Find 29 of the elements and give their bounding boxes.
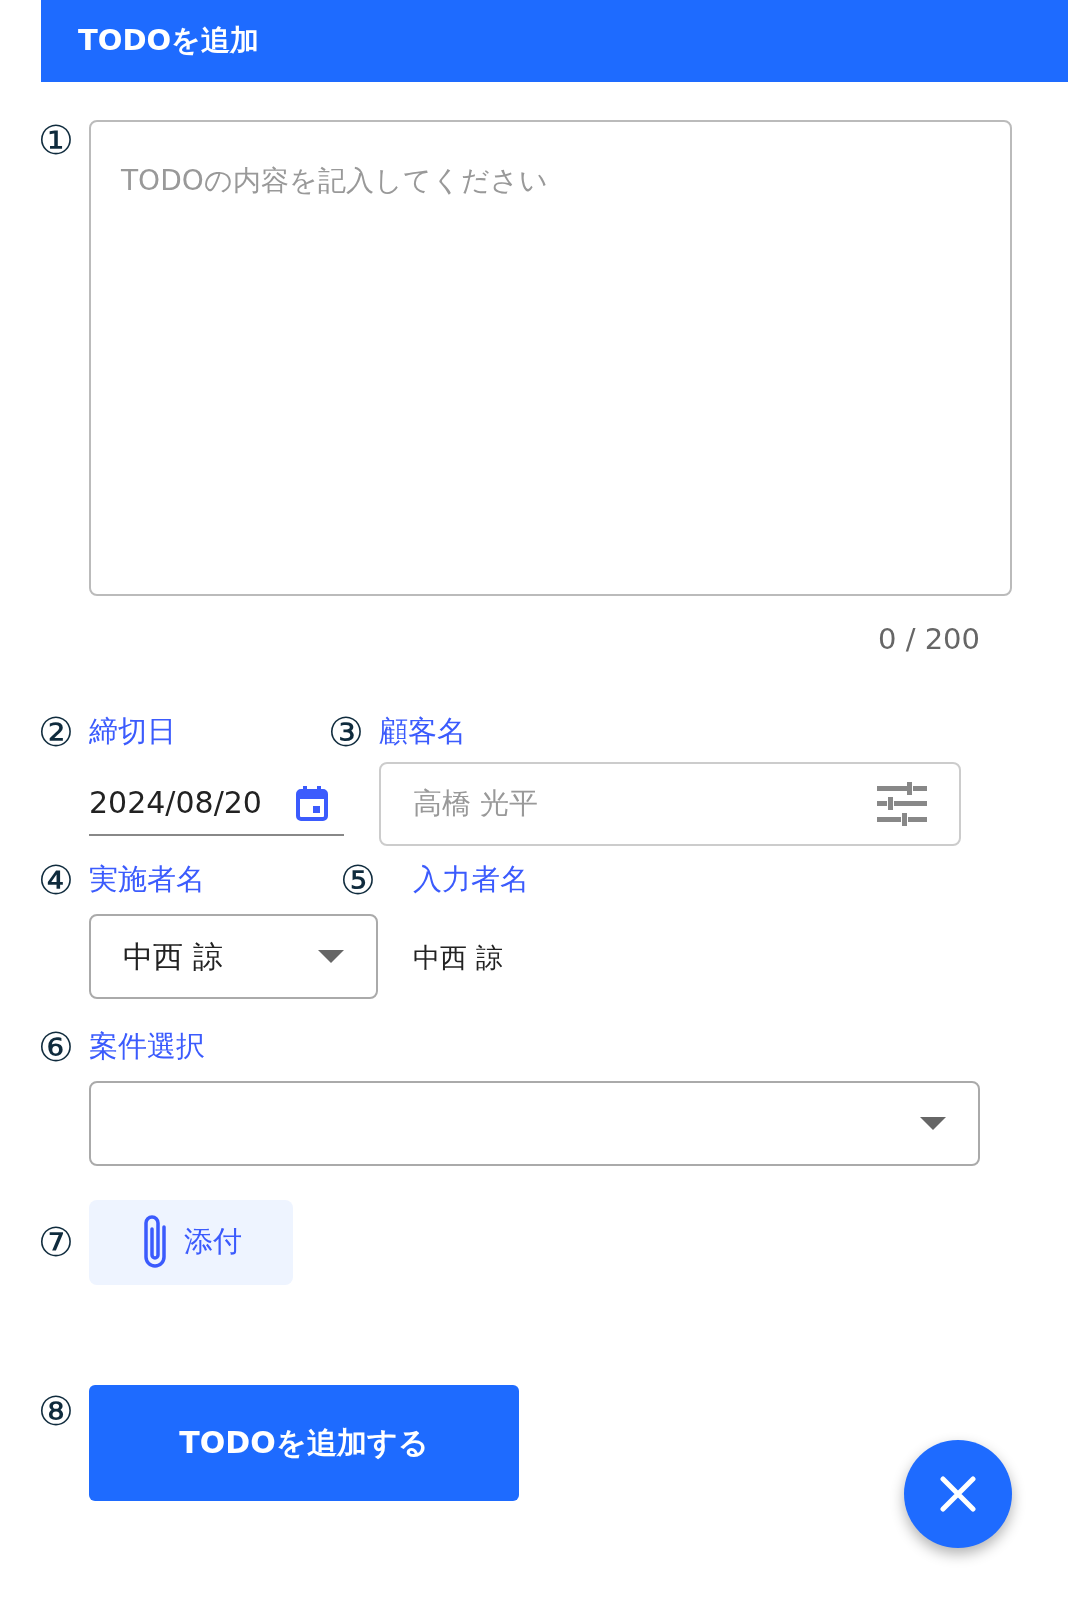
attach-button[interactable]: 添付 (89, 1199, 293, 1285)
character-counter: 0 / 200 (878, 622, 980, 656)
annotation-number: ⑦ (38, 1222, 75, 1262)
calendar-icon (296, 784, 328, 821)
assignee-label: 実施者名 (89, 862, 205, 897)
entered-by-value: 中西 諒 (413, 941, 503, 973)
annotation-number: ① (38, 120, 75, 165)
annotation-number: ② (38, 711, 75, 752)
filter-icon (877, 781, 927, 826)
customer-field[interactable]: 高橋 光平 (379, 761, 961, 846)
caret-icon (920, 1116, 946, 1130)
submit-button[interactable]: TODOを追加する (89, 1384, 519, 1501)
assignee-select[interactable]: 中西 諒 (89, 913, 378, 999)
annotation-number: ⑥ (38, 1026, 75, 1067)
header-title: TODOを追加 (78, 22, 260, 60)
project-select[interactable] (89, 1080, 980, 1166)
due-date-label: 締切日 (89, 714, 176, 749)
annotation-number: ③ (328, 711, 365, 752)
close-icon (940, 1476, 976, 1512)
project-label: 案件選択 (89, 1029, 205, 1064)
entered-by-label: 入力者名 (413, 862, 529, 897)
close-button[interactable] (904, 1440, 1012, 1548)
annotation-number: ④ (38, 859, 75, 900)
caret-icon (318, 949, 344, 963)
todo-content-field[interactable]: TODOの内容を記入してください (89, 120, 1012, 596)
due-date-field[interactable]: 2024/08/20 (89, 771, 344, 836)
annotation-number: ⑧ (38, 1390, 75, 1431)
annotation-number: ⑤ (340, 859, 377, 900)
customer-label: 顧客名 (379, 714, 466, 749)
